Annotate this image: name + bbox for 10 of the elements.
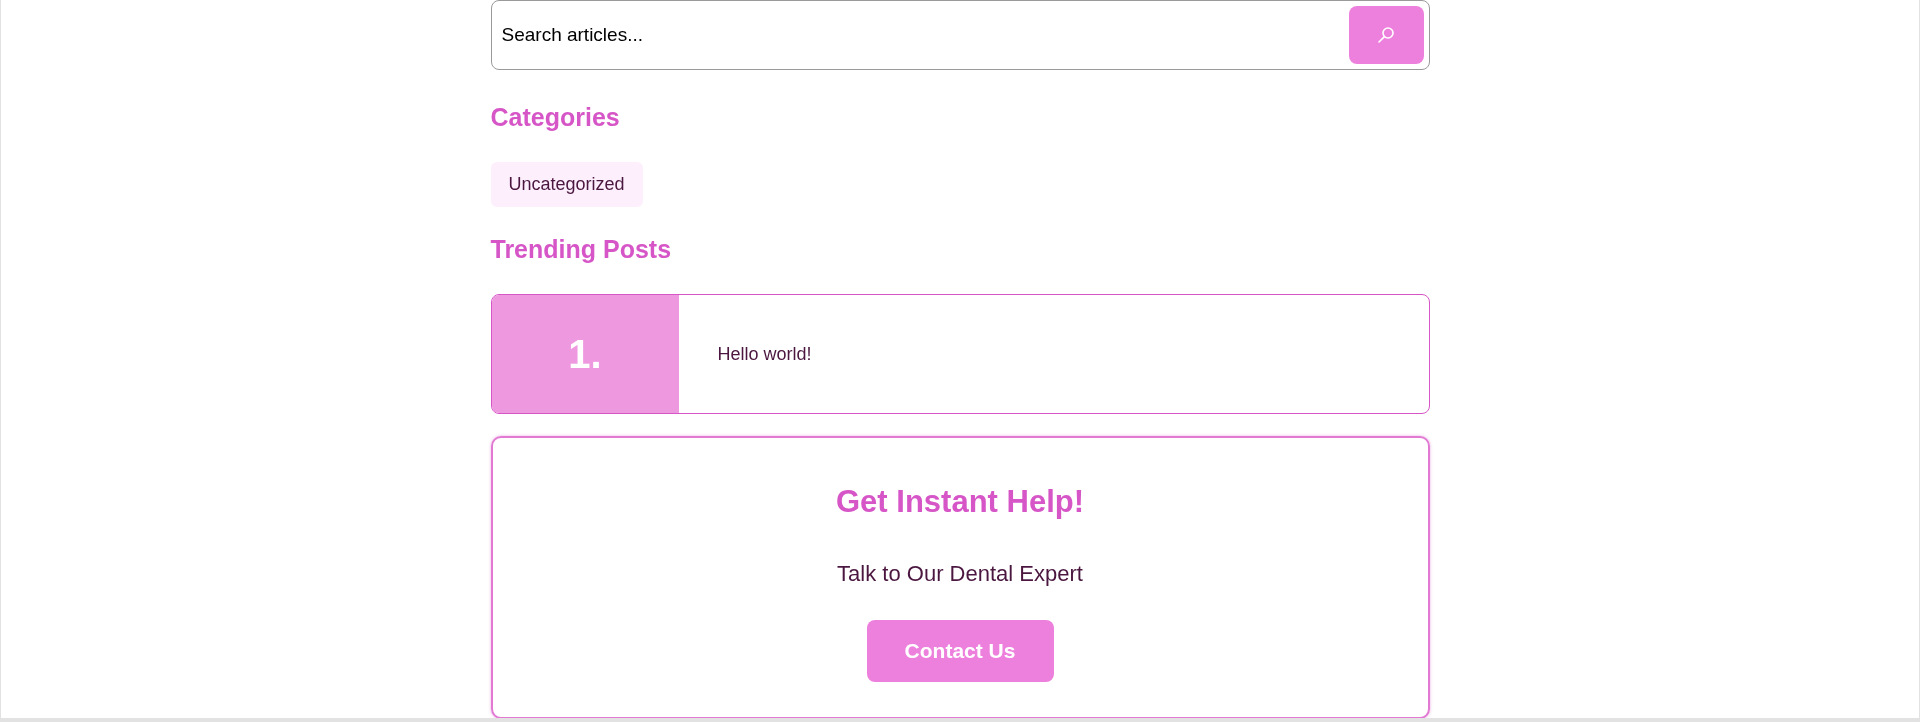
- search-icon: [1378, 27, 1394, 43]
- search-button[interactable]: [1348, 6, 1424, 64]
- section-heading: Trending Posts: [490, 234, 672, 265]
- section-heading: Categories: [490, 102, 620, 133]
- category-tag[interactable]: Uncategorized: [490, 162, 643, 207]
- rank-number: 1.: [491, 295, 679, 413]
- help-subtitle: Talk to Our Dental Expert: [837, 560, 1083, 588]
- search-field[interactable]: Search articles...: [490, 0, 1430, 70]
- post-title-link[interactable]: Hello world!: [717, 340, 812, 368]
- help-title: Get Instant Help!: [836, 483, 1084, 521]
